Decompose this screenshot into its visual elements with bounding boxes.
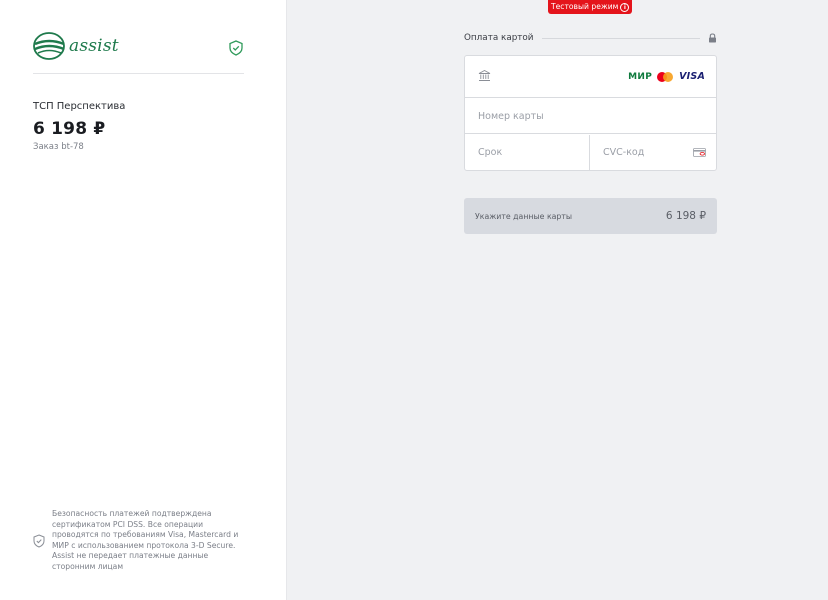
merchant-name: ТСП Перспектива <box>33 101 126 112</box>
test-mode-label: Тестовый режим <box>551 2 619 11</box>
pay-button-amount: 6 198 ₽ <box>665 210 706 222</box>
shield-check-icon <box>33 533 45 548</box>
expiry-input[interactable] <box>478 135 578 170</box>
mir-logo: МИР <box>628 71 653 82</box>
bank-icon <box>478 69 491 81</box>
shield-check-icon <box>229 40 243 56</box>
card-brands: МИР VISA <box>628 71 705 82</box>
cvc-card-icon <box>693 148 706 157</box>
security-notice: Безопасность платежей подтверждена серти… <box>33 509 253 572</box>
card-payment-title: Оплата картой <box>464 33 534 43</box>
test-mode-badge[interactable]: Тестовый режим i <box>548 0 633 14</box>
lock-icon <box>709 33 716 43</box>
order-number: Заказ bt-78 <box>33 142 84 152</box>
title-divider <box>541 37 700 39</box>
visa-logo: VISA <box>679 71 705 82</box>
card-payment-header: Оплата картой <box>464 31 717 45</box>
expiry-cell <box>465 135 590 170</box>
order-amount: 6 198 ₽ <box>33 119 106 139</box>
card-number-row <box>465 98 716 134</box>
assist-logo: assist <box>33 31 119 61</box>
mastercard-logo <box>657 71 674 82</box>
pay-button[interactable]: Укажите данные карты 6 198 ₽ <box>464 198 717 234</box>
order-summary-panel: assist ТСП Перспектива 6 198 ₽ Заказ bt-… <box>0 0 287 600</box>
cvc-cell <box>591 135 716 170</box>
cvc-input[interactable] <box>603 135 688 170</box>
security-text: Безопасность платежей подтверждена серти… <box>52 509 239 571</box>
card-number-input[interactable] <box>478 98 703 134</box>
card-brand-row: МИР VISA <box>465 56 716 98</box>
divider <box>33 73 244 74</box>
info-icon[interactable]: i <box>620 2 630 12</box>
payment-panel: Тестовый режим i Оплата картой МИР VISA … <box>287 0 828 600</box>
logo-text: assist <box>69 36 119 56</box>
pay-button-label: Укажите данные карты <box>475 211 573 221</box>
card-form: МИР VISA <box>464 55 717 171</box>
assist-logo-icon <box>33 32 65 60</box>
